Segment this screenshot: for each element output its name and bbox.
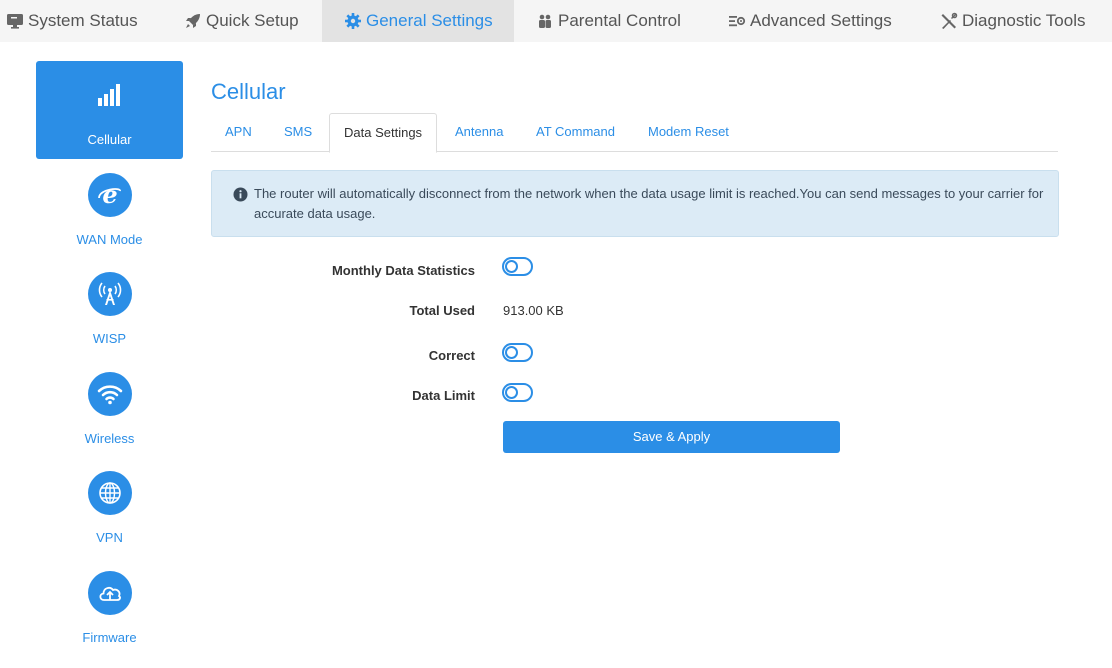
toggle-knob [505,346,518,359]
gear-icon [344,12,362,30]
toggle-knob [505,386,518,399]
info-alert: The router will automatically disconnect… [211,170,1059,237]
nav-quick-setup[interactable]: Quick Setup [184,0,299,42]
sidebar-item-wan-mode[interactable]: e WAN Mode [36,173,183,253]
sidebar-item-label: VPN [96,530,123,545]
sidebar-item-label: WISP [92,331,127,346]
sidebar-item-firmware[interactable]: Firmware [36,571,183,651]
data-limit-toggle[interactable] [502,383,533,402]
monthly-data-statistics-toggle[interactable] [502,257,533,276]
tab-sms[interactable]: SMS [270,113,326,152]
toggle-knob [505,260,518,273]
tab-antenna[interactable]: Antenna [441,113,517,152]
svg-text:e: e [102,181,117,209]
nav-label: Parental Control [558,11,681,30]
nav-advanced-settings[interactable]: Advanced Settings [728,0,892,42]
correct-label: Correct [428,348,475,363]
nav-parental-control[interactable]: Parental Control [536,0,681,42]
monthly-data-statistics-label: Monthly Data Statistics [331,263,475,278]
tab-data-settings[interactable]: Data Settings [329,113,438,153]
data-limit-label: Data Limit [412,388,475,403]
nav-system-status[interactable]: System Status [6,0,138,42]
nav-general-settings[interactable]: General Settings [322,0,514,42]
tab-apn[interactable]: APN [211,113,266,152]
rocket-icon [184,12,202,30]
correct-toggle[interactable] [502,343,533,362]
nav-label: Advanced Settings [750,11,892,30]
cloud-upload-icon [88,571,132,615]
family-icon [536,12,554,30]
antenna-icon [88,272,132,316]
tab-bar: APN SMS Data Settings Antenna AT Command… [211,113,1058,153]
top-nav: System Status Quick Setup General Settin… [0,0,1112,42]
sidebar-item-vpn[interactable]: VPN [36,471,183,551]
total-used-label: Total Used [409,303,476,318]
globe-icon [88,471,132,515]
monitor-icon [6,12,24,30]
nav-label: General Settings [366,11,493,30]
tab-at-command[interactable]: AT Command [522,113,629,152]
sidebar-item-cellular[interactable]: Cellular [36,61,183,159]
tools-icon [940,12,958,30]
tab-modem-reset[interactable]: Modem Reset [634,113,743,152]
page-title: Cellular [211,79,286,104]
signal-bars-icon [97,83,123,107]
sidebar-item-wisp[interactable]: WISP [36,272,183,352]
total-used-value: 913.00 KB [503,303,564,318]
wifi-icon [88,372,132,416]
alert-message: The router will automatically disconnect… [254,186,1044,221]
nav-diagnostic-tools[interactable]: Diagnostic Tools [940,0,1085,42]
save-apply-button[interactable]: Save & Apply [503,421,840,453]
info-icon [233,187,248,202]
sidebar-item-label: WAN Mode [76,232,143,247]
sidebar-item-label: Cellular [87,132,132,147]
sidebar-item-label: Wireless [84,431,135,446]
sidebar-item-label: Firmware [82,630,137,645]
internet-explorer-icon: e [88,173,132,217]
nav-label: Quick Setup [206,11,299,30]
sidebar-item-wireless[interactable]: Wireless [36,372,183,452]
sliders-icon [728,12,746,30]
nav-label: System Status [28,11,138,30]
nav-label: Diagnostic Tools [962,11,1086,30]
